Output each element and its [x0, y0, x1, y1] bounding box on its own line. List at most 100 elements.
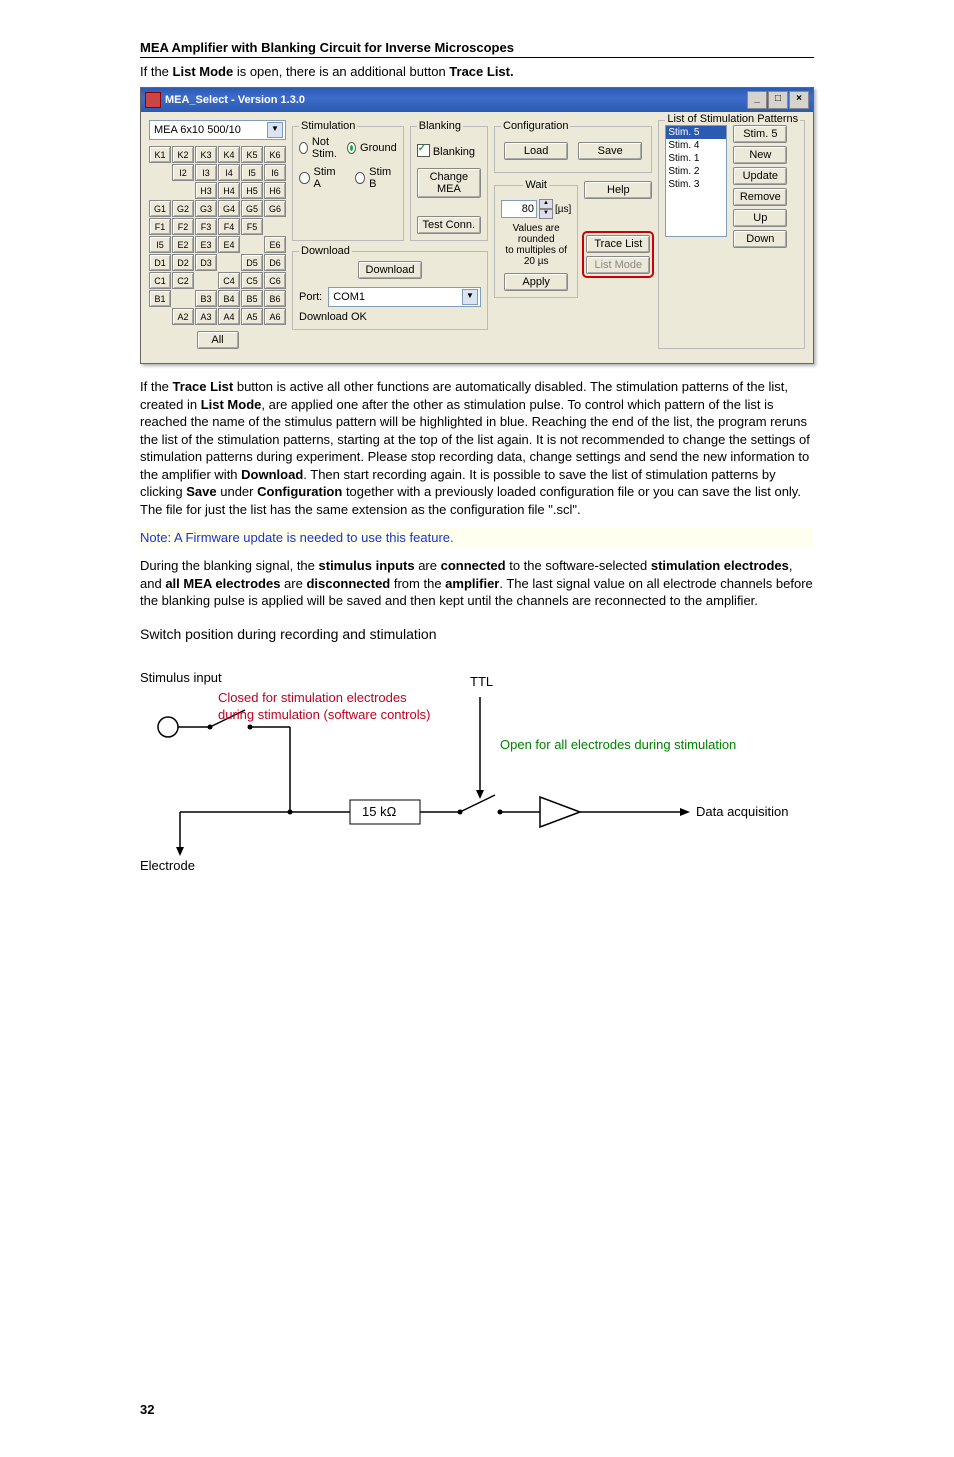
electrode-K5[interactable]: K5 — [241, 146, 263, 163]
electrode-G5[interactable]: G5 — [241, 200, 263, 217]
electrode-I6[interactable]: I6 — [264, 164, 286, 181]
port-label: Port: — [299, 291, 322, 303]
download-status: Download OK — [299, 311, 481, 323]
chevron-down-icon[interactable]: ▼ — [462, 289, 478, 305]
electrode-A4[interactable]: A4 — [218, 308, 240, 325]
note: to multiples of 20 µs — [501, 245, 571, 267]
electrode-K1[interactable]: K1 — [149, 146, 171, 163]
electrode-K3[interactable]: K3 — [195, 146, 217, 163]
remove-button[interactable]: Remove — [733, 188, 787, 206]
maximize-button[interactable]: □ — [768, 91, 788, 109]
list-mode-button[interactable]: List Mode — [586, 256, 650, 274]
electrode-E4[interactable]: E4 — [218, 236, 240, 253]
patterns-list[interactable]: Stim. 5Stim. 4Stim. 1Stim. 2Stim. 3 — [665, 125, 727, 237]
stim-b-radio[interactable] — [355, 172, 366, 184]
change-mea-button[interactable]: Change MEA — [417, 168, 481, 198]
help-button[interactable]: Help — [584, 181, 652, 199]
stim-a-radio[interactable] — [299, 172, 310, 184]
pattern-item[interactable]: Stim. 3 — [666, 178, 726, 191]
trace-list-button[interactable]: Trace List — [586, 235, 650, 253]
electrode-I3[interactable]: I3 — [195, 164, 217, 181]
pattern-item[interactable]: Stim. 4 — [666, 139, 726, 152]
up-button[interactable]: Up — [733, 209, 787, 227]
titlebar[interactable]: MEA_Select - Version 1.3.0 _ □ × — [141, 88, 813, 112]
apply-button[interactable]: Apply — [504, 273, 568, 291]
electrode-C1[interactable]: C1 — [149, 272, 171, 289]
new-button[interactable]: New — [733, 146, 787, 164]
down-button[interactable]: Down — [733, 230, 787, 248]
electrode-F3[interactable]: F3 — [195, 218, 217, 235]
pattern-name-button[interactable]: Stim. 5 — [733, 125, 787, 143]
chevron-down-icon[interactable]: ▼ — [267, 122, 283, 138]
blanking-checkbox[interactable] — [417, 144, 430, 157]
electrode-B4[interactable]: B4 — [218, 290, 240, 307]
electrode-H5[interactable]: H5 — [241, 182, 263, 199]
minimize-button[interactable]: _ — [747, 91, 767, 109]
electrode-A6[interactable]: A6 — [264, 308, 286, 325]
electrode-A3[interactable]: A3 — [195, 308, 217, 325]
electrode-D2[interactable]: D2 — [172, 254, 194, 271]
device-select[interactable]: MEA 6x10 500/10 ▼ — [149, 120, 286, 140]
electrode-F1[interactable]: F1 — [149, 218, 171, 235]
mea-select-window: MEA_Select - Version 1.3.0 _ □ × MEA 6x1… — [140, 87, 814, 364]
electrode-F4[interactable]: F4 — [218, 218, 240, 235]
not-stim-radio[interactable] — [299, 142, 308, 154]
electrode-A2[interactable]: A2 — [172, 308, 194, 325]
legend: Blanking — [417, 120, 463, 132]
electrode-I5[interactable]: I5 — [241, 164, 263, 181]
electrode-D5[interactable]: D5 — [241, 254, 263, 271]
electrode-G1[interactable]: G1 — [149, 200, 171, 217]
electrode-D6[interactable]: D6 — [264, 254, 286, 271]
electrode-B5[interactable]: B5 — [241, 290, 263, 307]
electrode-E2[interactable]: E2 — [172, 236, 194, 253]
electrode-I4[interactable]: I4 — [218, 164, 240, 181]
electrode-G4[interactable]: G4 — [218, 200, 240, 217]
electrode-C6[interactable]: C6 — [264, 272, 286, 289]
configuration-group: Configuration Load Save — [494, 120, 652, 173]
electrode-E3[interactable]: E3 — [195, 236, 217, 253]
electrode-H3[interactable]: H3 — [195, 182, 217, 199]
electrode-F5[interactable]: F5 — [241, 218, 263, 235]
electrode-C2[interactable]: C2 — [172, 272, 194, 289]
electrode-H6[interactable]: H6 — [264, 182, 286, 199]
electrode-B6[interactable]: B6 — [264, 290, 286, 307]
electrode-C5[interactable]: C5 — [241, 272, 263, 289]
port-select[interactable]: COM1 ▼ — [328, 287, 481, 307]
label: Stim A — [314, 166, 341, 190]
electrode-H4[interactable]: H4 — [218, 182, 240, 199]
pattern-item[interactable]: Stim. 5 — [666, 126, 726, 139]
electrode-I2[interactable]: I2 — [172, 164, 194, 181]
electrode-B3[interactable]: B3 — [195, 290, 217, 307]
ground-radio[interactable] — [347, 142, 356, 154]
all-button[interactable]: All — [197, 331, 239, 349]
electrode-A5[interactable]: A5 — [241, 308, 263, 325]
wait-value[interactable]: 80 — [501, 200, 537, 218]
legend: Wait — [523, 179, 549, 191]
test-conn-button[interactable]: Test Conn. — [417, 216, 481, 234]
pattern-item[interactable]: Stim. 1 — [666, 152, 726, 165]
electrode-G6[interactable]: G6 — [264, 200, 286, 217]
electrode-G3[interactable]: G3 — [195, 200, 217, 217]
wait-group: Wait 80 ▲▼ [µs] Values are rounded to mu… — [494, 179, 578, 298]
electrode-K2[interactable]: K2 — [172, 146, 194, 163]
electrode-B1[interactable]: B1 — [149, 290, 171, 307]
note: Values are rounded — [501, 223, 571, 245]
electrode-D1[interactable]: D1 — [149, 254, 171, 271]
electrode-D3[interactable]: D3 — [195, 254, 217, 271]
update-button[interactable]: Update — [733, 167, 787, 185]
electrode-K4[interactable]: K4 — [218, 146, 240, 163]
electrode-K6[interactable]: K6 — [264, 146, 286, 163]
electrode-I5[interactable]: I5 — [149, 236, 171, 253]
wait-spinner[interactable]: ▲▼ — [539, 199, 553, 219]
save-button[interactable]: Save — [578, 142, 642, 160]
pattern-item[interactable]: Stim. 2 — [666, 165, 726, 178]
load-button[interactable]: Load — [504, 142, 568, 160]
electrode-C4[interactable]: C4 — [218, 272, 240, 289]
intro-line: If the List Mode is open, there is an ad… — [140, 64, 814, 79]
close-button[interactable]: × — [789, 91, 809, 109]
electrode-G2[interactable]: G2 — [172, 200, 194, 217]
electrode-E6[interactable]: E6 — [264, 236, 286, 253]
electrode-F2[interactable]: F2 — [172, 218, 194, 235]
t: is open, there is an additional button — [233, 64, 449, 79]
download-button[interactable]: Download — [358, 261, 422, 279]
